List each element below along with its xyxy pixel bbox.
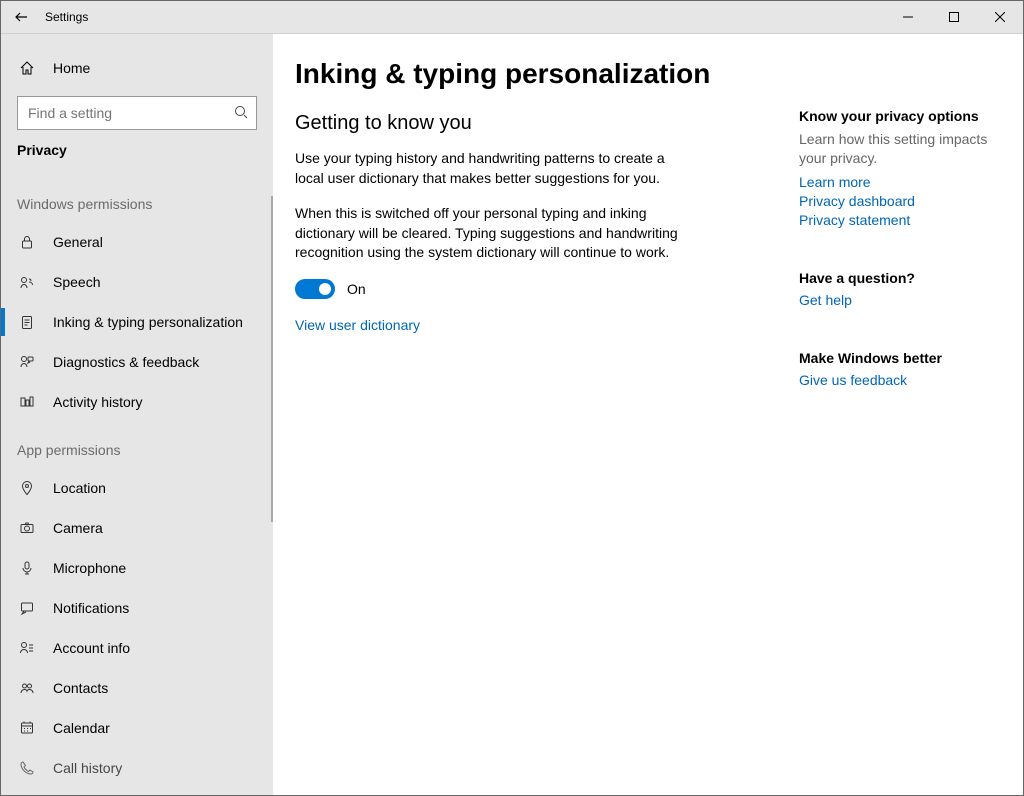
lock-icon — [17, 234, 37, 250]
account-icon — [17, 640, 37, 656]
aside-question: Have a question? Get help — [799, 270, 997, 308]
activity-icon — [17, 394, 37, 410]
search-icon — [234, 105, 248, 122]
sidebar-item-label: Speech — [53, 274, 100, 290]
get-help-link[interactable]: Get help — [799, 292, 997, 308]
sidebar-item-label: Location — [53, 480, 106, 496]
maximize-button[interactable] — [931, 1, 977, 33]
sidebar-item-inking[interactable]: Inking & typing personalization — [1, 302, 273, 342]
sidebar-item-microphone[interactable]: Microphone — [1, 548, 273, 588]
sidebar-item-label: Microphone — [53, 560, 126, 576]
maximize-icon — [949, 12, 959, 22]
sidebar-item-contacts[interactable]: Contacts — [1, 668, 273, 708]
titlebar: Settings — [1, 1, 1023, 34]
aside-column: Know your privacy options Learn how this… — [799, 52, 997, 795]
search-wrap — [1, 96, 273, 130]
minimize-icon — [903, 12, 913, 22]
aside-privacy-heading: Know your privacy options — [799, 108, 997, 124]
body: Home Privacy Windows permissions General — [1, 34, 1023, 795]
settings-window: Settings Home — [0, 0, 1024, 796]
phone-icon — [17, 760, 37, 776]
aside-privacy: Know your privacy options Learn how this… — [799, 108, 997, 228]
window-controls — [885, 1, 1023, 33]
category-label: Privacy — [1, 130, 273, 166]
toggle-state-label: On — [347, 281, 366, 297]
sidebar-item-callhistory[interactable]: Call history — [1, 748, 273, 788]
sidebar-item-label: Account info — [53, 640, 130, 656]
sidebar-item-label: General — [53, 234, 103, 250]
sidebar-item-label: Contacts — [53, 680, 108, 696]
privacy-statement-link[interactable]: Privacy statement — [799, 212, 997, 228]
aside-privacy-desc: Learn how this setting impacts your priv… — [799, 130, 997, 168]
privacy-dashboard-link[interactable]: Privacy dashboard — [799, 193, 997, 209]
search-box[interactable] — [17, 96, 257, 130]
location-icon — [17, 480, 37, 496]
sidebar-item-label: Inking & typing personalization — [53, 314, 243, 330]
personalization-toggle[interactable] — [295, 279, 335, 299]
search-input[interactable] — [26, 104, 234, 122]
sidebar-item-general[interactable]: General — [1, 222, 273, 262]
home-nav[interactable]: Home — [1, 48, 273, 88]
sidebar: Home Privacy Windows permissions General — [1, 34, 273, 795]
close-button[interactable] — [977, 1, 1023, 33]
sidebar-item-diagnostics[interactable]: Diagnostics & feedback — [1, 342, 273, 382]
main-column: Inking & typing personalization Getting … — [295, 52, 775, 795]
calendar-icon — [17, 720, 37, 736]
sidebar-item-calendar[interactable]: Calendar — [1, 708, 273, 748]
sidebar-item-label: Diagnostics & feedback — [53, 354, 199, 370]
clipboard-icon — [17, 314, 37, 330]
speech-icon — [17, 274, 37, 290]
group-header-windows-permissions: Windows permissions — [1, 176, 273, 222]
microphone-icon — [17, 560, 37, 576]
main-content: Inking & typing personalization Getting … — [273, 34, 1023, 795]
sidebar-item-label: Notifications — [53, 600, 129, 616]
learn-more-link[interactable]: Learn more — [799, 174, 997, 190]
sidebar-item-activity[interactable]: Activity history — [1, 382, 273, 422]
sidebar-item-camera[interactable]: Camera — [1, 508, 273, 548]
camera-icon — [17, 520, 37, 536]
aside-better: Make Windows better Give us feedback — [799, 350, 997, 388]
sidebar-item-speech[interactable]: Speech — [1, 262, 273, 302]
nav-list: Windows permissions General Speech Inkin… — [1, 176, 273, 795]
feedback-link[interactable]: Give us feedback — [799, 372, 997, 388]
sidebar-item-label: Call history — [53, 760, 122, 776]
sidebar-item-label: Activity history — [53, 394, 142, 410]
description-1: Use your typing history and handwriting … — [295, 149, 685, 188]
close-icon — [995, 12, 1005, 22]
minimize-button[interactable] — [885, 1, 931, 33]
group-header-app-permissions: App permissions — [1, 422, 273, 468]
sidebar-scrollbar[interactable] — [271, 196, 273, 522]
sidebar-item-location[interactable]: Location — [1, 468, 273, 508]
sidebar-item-account[interactable]: Account info — [1, 628, 273, 668]
feedback-icon — [17, 354, 37, 370]
app-title: Settings — [45, 10, 88, 24]
back-arrow-icon — [14, 10, 28, 24]
sidebar-item-label: Camera — [53, 520, 103, 536]
sidebar-item-label: Calendar — [53, 720, 110, 736]
home-icon — [17, 60, 37, 76]
description-2: When this is switched off your personal … — [295, 204, 685, 263]
notifications-icon — [17, 600, 37, 616]
view-dictionary-link[interactable]: View user dictionary — [295, 317, 775, 333]
back-button[interactable] — [1, 1, 41, 33]
aside-better-heading: Make Windows better — [799, 350, 997, 366]
contacts-icon — [17, 680, 37, 696]
aside-question-heading: Have a question? — [799, 270, 997, 286]
sidebar-item-notifications[interactable]: Notifications — [1, 588, 273, 628]
page-title: Inking & typing personalization — [295, 58, 775, 90]
toggle-row: On — [295, 279, 775, 299]
section-subtitle: Getting to know you — [295, 112, 775, 135]
toggle-knob — [319, 283, 331, 295]
home-label: Home — [53, 60, 90, 76]
